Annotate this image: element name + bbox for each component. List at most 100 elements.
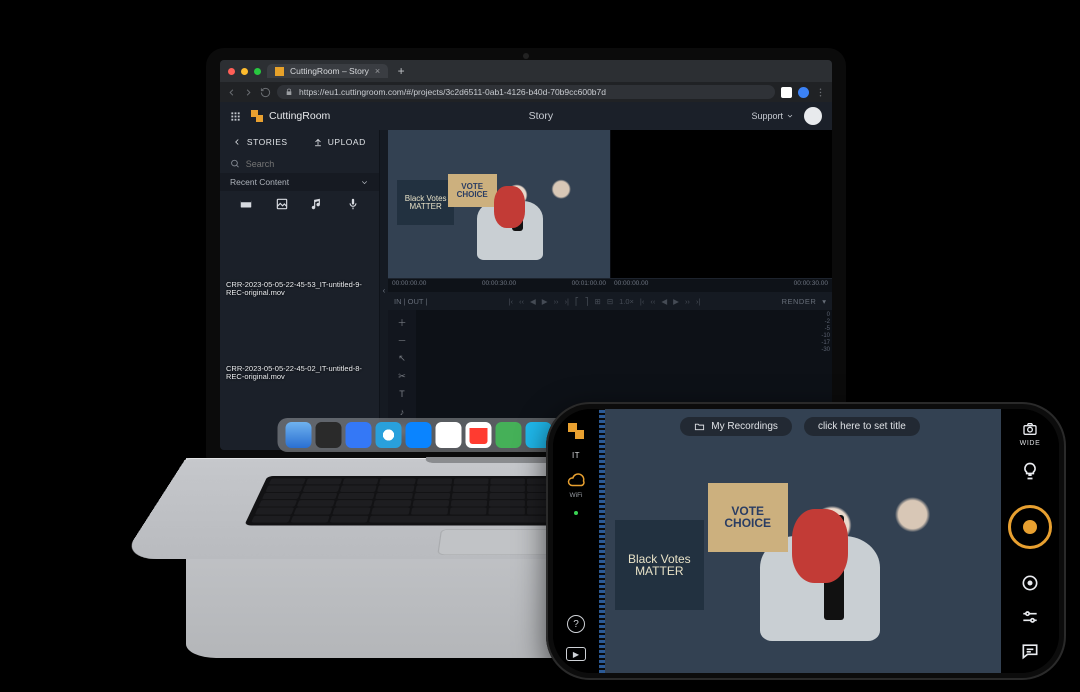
phone-user-label: IT — [572, 451, 580, 460]
address-bar[interactable]: https://eu1.cuttingroom.com/#/projects/3… — [277, 85, 775, 99]
nav-forward-icon[interactable] — [243, 87, 254, 98]
dock-app-icon[interactable] — [496, 422, 522, 448]
tool-select-icon[interactable]: ↖ — [396, 352, 408, 364]
app-header: CuttingRoom Story Support — [220, 102, 832, 130]
app-switcher-icon[interactable] — [230, 111, 241, 122]
dock-app-icon[interactable] — [436, 422, 462, 448]
dock-app-icon[interactable] — [406, 422, 432, 448]
chevron-down-icon — [786, 112, 794, 120]
traffic-max-icon[interactable] — [254, 68, 261, 75]
search-input[interactable] — [246, 159, 369, 169]
zoom-out-icon[interactable]: － — [396, 334, 408, 346]
tool-text-icon[interactable]: T — [396, 388, 408, 400]
tick: 00:01:00.00 — [572, 280, 606, 292]
overwrite-icon[interactable]: ⊟ — [607, 297, 613, 306]
camera-mode-label: WIDE — [1020, 440, 1041, 447]
tick: 00:00:30.00 — [482, 280, 516, 292]
dock-app-icon[interactable] — [286, 422, 312, 448]
go-start-icon[interactable]: |‹ — [509, 297, 513, 306]
clip-item[interactable]: CRR-2023-05-05-22-45-02_IT-untitled-8-RE… — [220, 301, 379, 385]
go-end-icon[interactable]: ›| — [565, 297, 569, 306]
my-recordings-chip[interactable]: My Recordings — [680, 417, 792, 436]
support-menu[interactable]: Support — [751, 111, 794, 121]
help-button[interactable]: ? — [567, 615, 585, 633]
new-tab-button[interactable]: + — [394, 64, 408, 78]
cloud-icon[interactable] — [567, 472, 585, 490]
brand-name: CuttingRoom — [269, 110, 330, 122]
traffic-close-icon[interactable] — [228, 68, 235, 75]
insert-icon[interactable]: ⊞ — [595, 297, 601, 306]
dock-app-icon[interactable] — [316, 422, 342, 448]
phone-right-rail: WIDE — [1001, 409, 1059, 673]
audio-db-scale: 0 -2 -5 -10 -17 -30 — [821, 312, 830, 353]
camera-switch-button[interactable]: WIDE — [1020, 421, 1041, 447]
browser-toolbar: https://eu1.cuttingroom.com/#/projects/3… — [220, 82, 832, 102]
viewfinder-overlays: My Recordings click here to set title — [599, 417, 1001, 436]
mark-in-icon[interactable]: ⎡ — [575, 297, 579, 306]
phone-device: IT WiFi ? ▶ Black Votes MATTER VOTE CHOI… — [546, 402, 1066, 680]
settings-button[interactable] — [1020, 607, 1040, 627]
browser-tab-strip: CuttingRoom – Story × + — [220, 60, 832, 82]
brand[interactable]: CuttingRoom — [251, 110, 330, 122]
mark-out-icon[interactable]: ⎤ — [585, 297, 589, 306]
tool-music-icon[interactable]: ♪ — [396, 406, 408, 418]
chip-label: click here to set title — [818, 421, 906, 432]
clip-item[interactable]: Black Votes MATTER VOTE CHOICE CRR-2023-… — [220, 217, 379, 301]
filter-voice-icon[interactable] — [346, 197, 360, 211]
step-back-icon[interactable]: ‹‹ — [519, 297, 524, 306]
search-icon — [230, 158, 240, 169]
preview-program[interactable] — [610, 130, 833, 278]
recent-content-toggle[interactable]: Recent Content — [220, 173, 379, 191]
play-icon[interactable]: ▶ — [542, 297, 548, 306]
phone-viewfinder[interactable]: Black Votes MATTER VOTE CHOICE My Record… — [599, 409, 1001, 673]
step-fwd-icon[interactable]: ›› — [554, 297, 559, 306]
play-back-icon[interactable]: ◀ — [530, 297, 536, 306]
dock-app-icon[interactable] — [346, 422, 372, 448]
filter-video-icon[interactable] — [239, 197, 253, 211]
support-label: Support — [751, 111, 783, 121]
speed-label[interactable]: 1.0× — [619, 297, 634, 306]
torch-button[interactable] — [1020, 461, 1040, 481]
browser-menu-icon[interactable] — [815, 87, 826, 98]
laptop-bezel: CuttingRoom – Story × + — [206, 48, 846, 460]
preview-source[interactable]: Black Votes MATTER VOTE CHOICE — [388, 130, 610, 278]
protest-sign-a: Black Votes MATTER — [615, 520, 703, 610]
tab-stories[interactable]: STORIES — [220, 130, 300, 154]
clip-list[interactable]: Black Votes MATTER VOTE CHOICE CRR-2023-… — [220, 217, 379, 450]
tab-close-icon[interactable]: × — [375, 66, 380, 76]
nav-reload-icon[interactable] — [260, 87, 271, 98]
step-fwd-icon[interactable]: ›› — [685, 297, 690, 306]
render-button[interactable]: RENDER — [782, 297, 817, 306]
go-start-icon[interactable]: |‹ — [640, 297, 644, 306]
user-avatar[interactable] — [804, 107, 822, 125]
go-end-icon[interactable]: ›| — [696, 297, 700, 306]
time-ruler[interactable]: 00:00:00.00 00:00:30.00 00:01:00.00 00:0… — [388, 278, 832, 292]
tab-upload[interactable]: UPLOAD — [300, 130, 380, 154]
set-title-chip[interactable]: click here to set title — [804, 417, 920, 436]
protest-sign-b: VOTE CHOICE — [448, 174, 497, 207]
extension-icon[interactable] — [781, 87, 792, 98]
focus-lock-button[interactable] — [1020, 573, 1040, 593]
tool-cut-icon[interactable]: ✂ — [396, 370, 408, 382]
zoom-in-icon[interactable]: ＋ — [396, 316, 408, 328]
browser-tab[interactable]: CuttingRoom – Story × — [267, 64, 388, 78]
sidebar-collapse-handle[interactable]: ‹ — [380, 130, 388, 450]
record-button[interactable] — [1008, 505, 1052, 549]
play-back-icon[interactable]: ◀ — [661, 297, 667, 306]
filter-audio-icon[interactable] — [310, 197, 324, 211]
profile-icon[interactable] — [798, 87, 809, 98]
sidebar-tabs: STORIES UPLOAD — [220, 130, 379, 154]
nav-back-icon[interactable] — [226, 87, 237, 98]
playback-button[interactable]: ▶ — [566, 647, 586, 661]
chat-button[interactable] — [1020, 641, 1040, 661]
traffic-min-icon[interactable] — [241, 68, 248, 75]
render-menu-icon[interactable]: ▾ — [822, 297, 826, 306]
search-row[interactable] — [220, 154, 379, 173]
filter-image-icon[interactable] — [275, 197, 289, 211]
clip-filename: CRR-2023-05-05-22-45-02_IT-untitled-8-RE… — [226, 365, 373, 382]
step-back-icon[interactable]: ‹‹ — [650, 297, 655, 306]
play-icon[interactable]: ▶ — [673, 297, 679, 306]
tab-stories-label: STORIES — [247, 137, 288, 147]
dock-app-icon[interactable] — [466, 422, 492, 448]
dock-app-icon[interactable] — [376, 422, 402, 448]
